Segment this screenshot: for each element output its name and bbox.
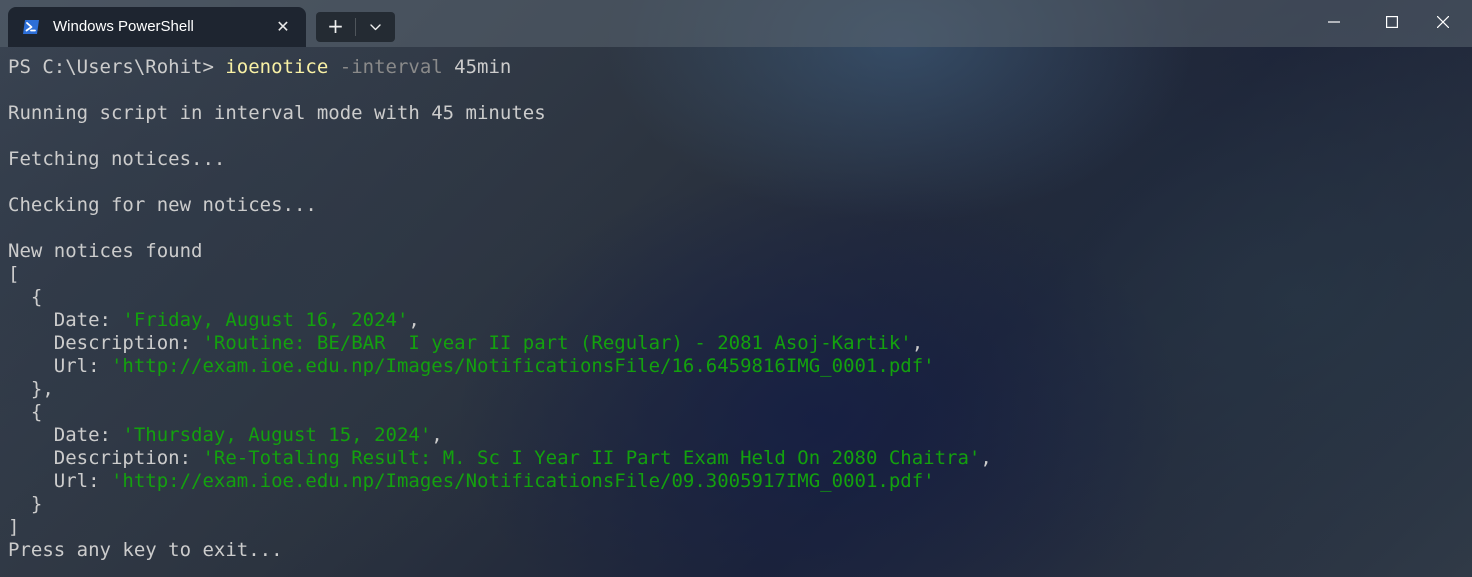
- description-value: 'Routine: BE/BAR I year II part (Regular…: [202, 332, 912, 354]
- new-tab-group: +: [316, 12, 395, 42]
- output-line: New notices found: [8, 240, 203, 262]
- dropdown-button[interactable]: [356, 12, 395, 42]
- close-button[interactable]: [1414, 0, 1472, 44]
- output-line: Fetching notices...: [8, 148, 226, 170]
- close-icon: [1437, 16, 1449, 28]
- exit-prompt: Press any key to exit...: [8, 539, 283, 561]
- key: Date:: [53, 309, 123, 331]
- plus-icon: +: [327, 14, 344, 38]
- object-close: }: [8, 493, 43, 515]
- date-value: 'Thursday, August 15, 2024': [122, 424, 432, 446]
- minimize-icon: [1328, 21, 1340, 23]
- notice-url-line: Url: 'http://exam.ioe.edu.np/Images/Noti…: [8, 470, 1464, 493]
- output-line: Checking for new notices...: [8, 194, 317, 216]
- parameter: -interval: [339, 56, 443, 78]
- object-open: {: [8, 401, 43, 423]
- array-open: [: [8, 263, 20, 285]
- key: Url:: [53, 355, 111, 377]
- date-value: 'Friday, August 16, 2024': [122, 309, 409, 331]
- key: Description:: [53, 332, 203, 354]
- notice-description-line: Description: 'Re-Totaling Result: M. Sc …: [53, 447, 992, 469]
- argument: 45min: [454, 56, 512, 78]
- key: Url:: [53, 470, 111, 492]
- command: ioenotice: [225, 56, 329, 78]
- url-value: 'http://exam.ioe.edu.np/Images/Notificat…: [110, 355, 935, 377]
- key: Description:: [53, 447, 203, 469]
- array-close: ]: [8, 516, 20, 538]
- notice-description-line: Description: 'Routine: BE/BAR I year II …: [53, 332, 924, 354]
- prompt: PS C:\Users\Rohit>: [8, 56, 226, 78]
- terminal-output[interactable]: PS C:\Users\Rohit> ioenotice -interval 4…: [8, 56, 1464, 562]
- chevron-down-icon: [370, 24, 381, 31]
- tab-title: Windows PowerShell: [53, 18, 194, 35]
- notice-date-line: Date: 'Friday, August 16, 2024',: [53, 309, 420, 331]
- powershell-icon: [22, 18, 40, 36]
- output-line: Running script in interval mode with 45 …: [8, 102, 546, 124]
- notice-url-line: Url: 'http://exam.ioe.edu.np/Images/Noti…: [8, 355, 1464, 378]
- description-value: 'Re-Totaling Result: M. Sc I Year II Par…: [202, 447, 981, 469]
- minimize-button[interactable]: [1305, 0, 1363, 44]
- tab-windows-powershell[interactable]: Windows PowerShell ✕: [8, 7, 306, 47]
- tab-close-icon[interactable]: ✕: [272, 16, 294, 38]
- new-tab-button[interactable]: +: [316, 12, 355, 42]
- object-close: },: [8, 378, 54, 400]
- url-value: 'http://exam.ioe.edu.np/Images/Notificat…: [110, 470, 935, 492]
- prompt-line: PS C:\Users\Rohit> ioenotice -interval 4…: [8, 56, 1464, 79]
- notice-date-line: Date: 'Thursday, August 15, 2024',: [53, 424, 443, 446]
- maximize-button[interactable]: [1363, 0, 1421, 44]
- key: Date:: [53, 424, 123, 446]
- title-bar[interactable]: Windows PowerShell ✕ +: [0, 0, 1472, 47]
- object-open: {: [8, 286, 43, 308]
- maximize-icon: [1386, 16, 1398, 28]
